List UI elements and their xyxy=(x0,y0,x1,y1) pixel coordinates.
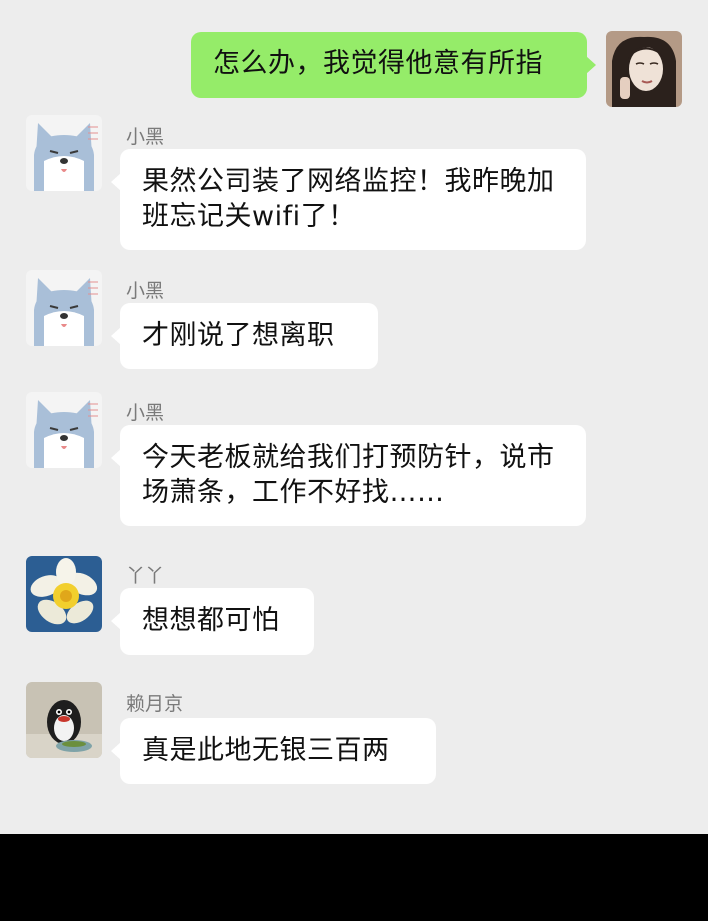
message-text: 怎么办，我觉得他意有所指 xyxy=(213,48,543,79)
message-bubble-received[interactable]: 今天老板就给我们打预防针，说市场萧条，工作不好找…… xyxy=(111,425,586,526)
message-text: 想想都可怕 xyxy=(142,605,280,636)
cartoon-dog-avatar-icon[interactable] xyxy=(26,392,102,468)
message-bubble-received[interactable]: 果然公司装了网络监控！我昨晚加班忘记关wifi了！ xyxy=(111,149,586,250)
message-bubble-received[interactable]: 想想都可怕 xyxy=(111,588,314,655)
bottom-bar xyxy=(0,834,708,921)
message-text: 今天老板就给我们打预防针，说市场萧条，工作不好找…… xyxy=(142,442,555,508)
sender-name: 小黑 xyxy=(126,280,165,302)
sender-name: 丫丫 xyxy=(126,565,165,587)
penguin-toy-avatar-icon[interactable] xyxy=(26,682,102,758)
message-bubble-sent[interactable]: 怎么办，我觉得他意有所指 xyxy=(191,32,596,98)
sender-name: 小黑 xyxy=(126,126,165,148)
cartoon-dog-avatar-icon[interactable] xyxy=(26,115,102,191)
cartoon-dog-avatar-icon[interactable] xyxy=(26,270,102,346)
sender-name: 小黑 xyxy=(126,402,165,424)
message-text: 才刚说了想离职 xyxy=(142,320,335,351)
chat-area: 怎么办，我觉得他意有所指 小黑 果然公司装了网络监控！我昨晚加班忘记关wifi了… xyxy=(0,0,708,834)
message-bubble-received[interactable]: 才刚说了想离职 xyxy=(111,303,378,369)
message-text: 真是此地无银三百两 xyxy=(142,735,390,766)
woman-portrait-avatar-icon[interactable] xyxy=(606,31,682,107)
message-text: 果然公司装了网络监控！我昨晚加班忘记关wifi了！ xyxy=(142,166,555,232)
sender-name: 赖月京 xyxy=(126,693,184,715)
daffodil-flower-avatar-icon[interactable] xyxy=(26,556,102,632)
message-bubble-received[interactable]: 真是此地无银三百两 xyxy=(111,718,436,784)
